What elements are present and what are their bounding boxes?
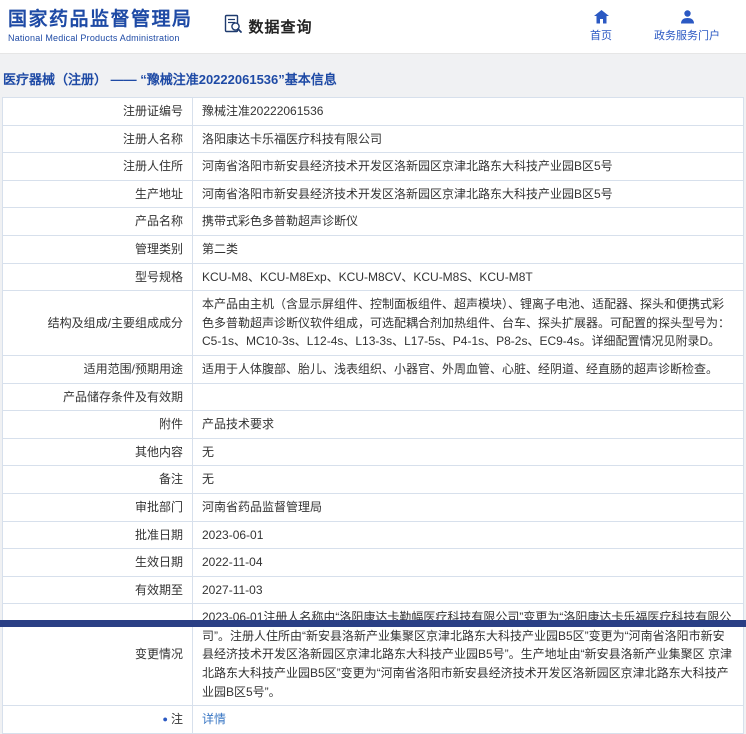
table-row: 注册人住所 河南省洛阳市新安县经济技术开发区洛新园区京津北路东大科技产业园B区5… [3, 153, 744, 181]
row-value: 河南省洛阳市新安县经济技术开发区洛新园区京津北路东大科技产业园B区5号 [193, 153, 744, 181]
row-value: 本产品由主机（含显示屏组件、控制面板组件、超声模块）、锂离子电池、适配器、探头和… [193, 291, 744, 356]
module-title: 数据查询 [249, 16, 313, 37]
org-name-en: National Medical Products Administration [8, 33, 193, 43]
header-nav: 首页 政务服务门户 [590, 10, 734, 43]
table-row: 适用范围/预期用途 适用于人体腹部、胎儿、浅表组织、小器官、外周血管、心脏、经阴… [3, 355, 744, 383]
row-value: 携带式彩色多普勒超声诊断仪 [193, 208, 744, 236]
nav-portal-label: 政务服务门户 [654, 27, 720, 43]
table-row: 型号规格 KCU-M8、KCU-M8Exp、KCU-M8CV、KCU-M8S、K… [3, 263, 744, 291]
registration-info-table: 注册证编号 豫械注准20222061536 注册人名称 洛阳康达卡乐福医疗科技有… [2, 97, 744, 734]
row-value: 无 [193, 466, 744, 494]
note-bullet-icon: ● [163, 714, 168, 724]
row-label: 有效期至 [3, 576, 193, 604]
table-row: 附件 产品技术要求 [3, 411, 744, 439]
row-label: 管理类别 [3, 235, 193, 263]
table-row: 审批部门 河南省药品监督管理局 [3, 493, 744, 521]
table-row: 备注 无 [3, 466, 744, 494]
row-label: 其他内容 [3, 438, 193, 466]
row-value: KCU-M8、KCU-M8Exp、KCU-M8CV、KCU-M8S、KCU-M8… [193, 263, 744, 291]
row-label: 注册人住所 [3, 153, 193, 181]
row-value: 产品技术要求 [193, 411, 744, 439]
data-query-module[interactable]: 数据查询 [223, 14, 313, 39]
row-label: 生效日期 [3, 549, 193, 577]
site-logo[interactable]: 国家药品监督管理局 National Medical Products Admi… [8, 10, 193, 44]
details-link[interactable]: 详情 [202, 712, 226, 726]
table-row: 产品储存条件及有效期 [3, 383, 744, 411]
data-query-icon [223, 14, 243, 39]
table-row: 产品名称 携带式彩色多普勒超声诊断仪 [3, 208, 744, 236]
row-label: 产品名称 [3, 208, 193, 236]
row-value: 2022-11-04 [193, 549, 744, 577]
table-row: 注册证编号 豫械注准20222061536 [3, 98, 744, 126]
table-row: 注册人名称 洛阳康达卡乐福医疗科技有限公司 [3, 125, 744, 153]
row-value: 2023-06-01 [193, 521, 744, 549]
row-label: ●注 [3, 706, 193, 734]
nav-home[interactable]: 首页 [590, 10, 612, 43]
row-value: 无 [193, 438, 744, 466]
table-row: 生产地址 河南省洛阳市新安县经济技术开发区洛新园区京津北路东大科技产业园B区5号 [3, 180, 744, 208]
row-label: 批准日期 [3, 521, 193, 549]
row-label: 型号规格 [3, 263, 193, 291]
org-name-cn: 国家药品监督管理局 [8, 10, 193, 31]
table-row: 管理类别 第二类 [3, 235, 744, 263]
header: 国家药品监督管理局 National Medical Products Admi… [0, 0, 746, 54]
nav-portal[interactable]: 政务服务门户 [654, 10, 720, 43]
nav-home-label: 首页 [590, 27, 612, 43]
row-label: 产品储存条件及有效期 [3, 383, 193, 411]
row-value: 适用于人体腹部、胎儿、浅表组织、小器官、外周血管、心脏、经阴道、经直肠的超声诊断… [193, 355, 744, 383]
breadcrumb: 医疗器械（注册） —— “豫械注准20222061536”基本信息 [0, 54, 746, 97]
row-label: 适用范围/预期用途 [3, 355, 193, 383]
row-label: 注册证编号 [3, 98, 193, 126]
table-row: 生效日期 2022-11-04 [3, 549, 744, 577]
table-row: 批准日期 2023-06-01 [3, 521, 744, 549]
row-label: 审批部门 [3, 493, 193, 521]
row-label: 结构及组成/主要组成成分 [3, 291, 193, 356]
row-value: 2027-11-03 [193, 576, 744, 604]
row-value: 河南省药品监督管理局 [193, 493, 744, 521]
row-value: 详情 [193, 706, 744, 734]
table-row: 结构及组成/主要组成成分 本产品由主机（含显示屏组件、控制面板组件、超声模块）、… [3, 291, 744, 356]
row-label: 附件 [3, 411, 193, 439]
row-value: 河南省洛阳市新安县经济技术开发区洛新园区京津北路东大科技产业园B区5号 [193, 180, 744, 208]
table-row-note: ●注 详情 [3, 706, 744, 734]
row-value: 洛阳康达卡乐福医疗科技有限公司 [193, 125, 744, 153]
home-icon [594, 10, 609, 24]
row-value: 豫械注准20222061536 [193, 98, 744, 126]
row-label: 注册人名称 [3, 125, 193, 153]
user-icon [680, 10, 695, 24]
table-row: 有效期至 2027-11-03 [3, 576, 744, 604]
row-value [193, 383, 744, 411]
note-label: 注 [171, 712, 183, 726]
footer-bar [0, 620, 746, 627]
row-label: 生产地址 [3, 180, 193, 208]
table-row: 其他内容 无 [3, 438, 744, 466]
row-value: 第二类 [193, 235, 744, 263]
row-label: 备注 [3, 466, 193, 494]
